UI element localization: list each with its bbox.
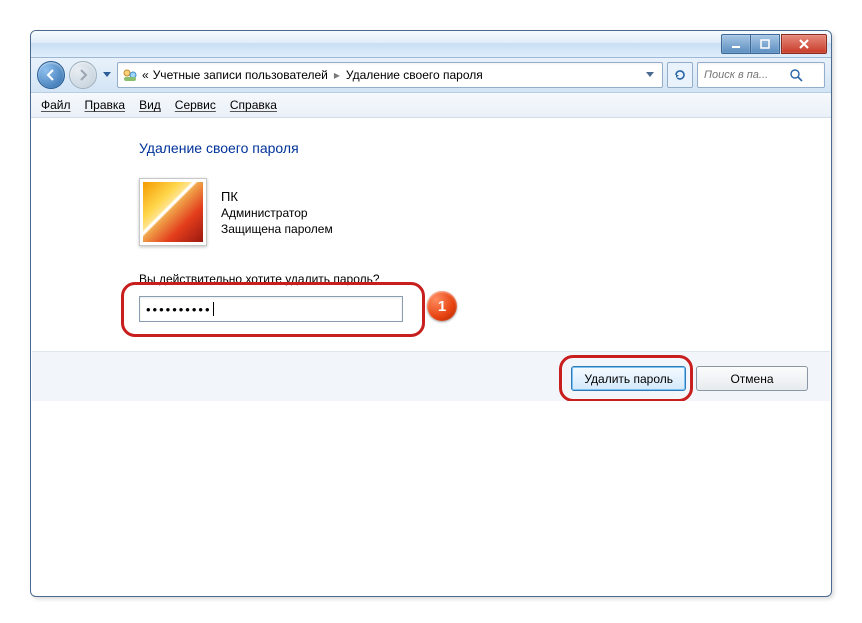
confirmation-prompt: Вы действительно хотите удалить пароль? (139, 272, 831, 286)
refresh-icon (673, 68, 687, 82)
forward-button[interactable] (69, 61, 97, 89)
menu-tools[interactable]: Сервис (175, 98, 216, 112)
cancel-label: Отмена (730, 372, 773, 386)
delete-password-button[interactable]: Удалить пароль (571, 366, 686, 391)
address-dropdown[interactable] (642, 72, 658, 78)
user-protected: Защищена паролем (221, 222, 333, 236)
menu-bar: Файл Правка Вид Сервис Справка (31, 93, 831, 118)
window-buttons (721, 34, 827, 54)
password-input[interactable]: •••••••••• (139, 296, 403, 322)
user-info-text: ПК Администратор Защищена паролем (221, 178, 333, 246)
close-button[interactable] (781, 34, 827, 54)
breadcrumb-prefix: « (142, 68, 149, 82)
maximize-icon (760, 39, 770, 49)
menu-help[interactable]: Справка (230, 98, 277, 112)
close-icon (798, 39, 810, 49)
search-input[interactable] (702, 68, 786, 82)
address-bar[interactable]: « Учетные записи пользователей ▸ Удалени… (117, 62, 663, 88)
menu-edit[interactable]: Правка (85, 98, 126, 112)
page-title: Удаление своего пароля (139, 140, 831, 156)
menu-view[interactable]: Вид (139, 98, 161, 112)
text-caret (213, 302, 214, 316)
menu-file[interactable]: Файл (41, 98, 71, 112)
back-button[interactable] (37, 61, 65, 89)
user-accounts-icon (122, 67, 138, 83)
search-box[interactable] (697, 62, 825, 88)
search-icon (790, 69, 803, 82)
delete-button-wrap: Удалить пароль 2 (571, 366, 686, 391)
cancel-button[interactable]: Отмена (696, 366, 808, 391)
footer-bar: Удалить пароль 2 Отмена (32, 351, 830, 405)
minimize-icon (731, 39, 741, 49)
maximize-button[interactable] (750, 34, 780, 54)
avatar-image (143, 182, 203, 242)
user-role: Администратор (221, 206, 333, 220)
delete-password-label: Удалить пароль (584, 372, 673, 386)
nav-history-dropdown[interactable] (101, 62, 113, 88)
canvas: « Учетные записи пользователей ▸ Удалени… (0, 0, 862, 623)
titlebar (31, 31, 831, 58)
breadcrumb-level-1[interactable]: Учетные записи пользователей (153, 68, 328, 82)
navigation-bar: « Учетные записи пользователей ▸ Удалени… (31, 58, 831, 93)
empty-lower-pane (32, 401, 830, 595)
minimize-button[interactable] (721, 34, 751, 54)
window: « Учетные записи пользователей ▸ Удалени… (30, 30, 832, 597)
user-info-row: ПК Администратор Защищена паролем (139, 178, 831, 246)
breadcrumb-level-2[interactable]: Удаление своего пароля (346, 68, 483, 82)
avatar (139, 178, 207, 246)
password-field-wrap: •••••••••• 1 (139, 296, 403, 322)
password-mask: •••••••••• (146, 302, 212, 317)
refresh-button[interactable] (667, 62, 693, 88)
content-area: Удаление своего пароля ПК Администратор … (31, 118, 831, 322)
user-name: ПК (221, 189, 333, 204)
annotation-marker-1: 1 (427, 291, 457, 321)
chevron-down-icon (103, 72, 111, 78)
arrow-left-icon (44, 68, 58, 82)
chevron-down-icon (646, 72, 654, 78)
breadcrumb-separator-icon: ▸ (332, 68, 342, 82)
arrow-right-icon (76, 68, 90, 82)
